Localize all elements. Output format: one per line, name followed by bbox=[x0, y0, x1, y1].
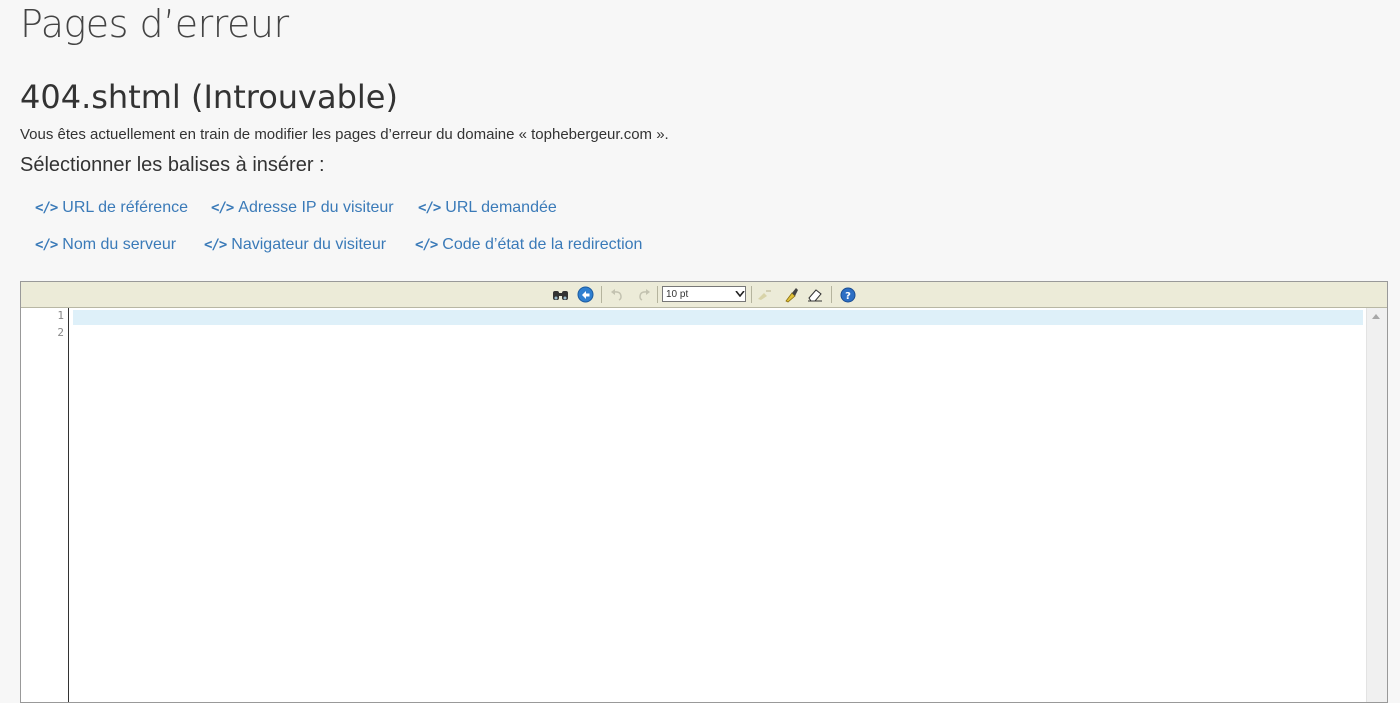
editor-scrollbar[interactable] bbox=[1366, 308, 1387, 702]
font-size-value: 10 pt bbox=[666, 288, 689, 300]
font-size-select[interactable]: 10 pt bbox=[662, 286, 746, 302]
code-icon: </> bbox=[418, 200, 441, 216]
code-icon: </> bbox=[35, 237, 58, 253]
tag-link-visitor-browser[interactable]: </> Navigateur du visiteur bbox=[204, 236, 386, 254]
toolbar-separator bbox=[601, 286, 602, 303]
toolbar-separator bbox=[751, 286, 752, 303]
tag-link-label: URL de référence bbox=[62, 199, 188, 216]
tag-link-label: Navigateur du visiteur bbox=[231, 236, 387, 253]
file-title: 404.shtml (Introuvable) bbox=[20, 78, 398, 116]
line-number: 2 bbox=[57, 326, 64, 339]
highlight-icon[interactable] bbox=[756, 286, 774, 303]
go-to-line-icon[interactable] bbox=[576, 286, 594, 303]
tag-link-visitor-ip[interactable]: </> Adresse IP du visiteur bbox=[211, 199, 394, 217]
tag-link-label: Adresse IP du visiteur bbox=[238, 199, 394, 216]
reset-highlight-icon[interactable] bbox=[782, 286, 800, 303]
code-icon: </> bbox=[415, 237, 438, 253]
page-title: Pages d’erreur bbox=[20, 2, 289, 46]
tag-link-label: URL demandée bbox=[445, 199, 557, 216]
select-tags-label: Sélectionner les balises à insérer : bbox=[20, 154, 325, 176]
help-icon[interactable]: ? bbox=[839, 286, 857, 303]
search-icon[interactable] bbox=[551, 286, 569, 303]
code-icon: </> bbox=[35, 200, 58, 216]
tag-link-redirect-status[interactable]: </> Code d’état de la redirection bbox=[415, 236, 642, 254]
code-icon: </> bbox=[204, 237, 227, 253]
tag-link-label: Nom du serveur bbox=[62, 236, 177, 253]
toolbar-separator bbox=[831, 286, 832, 303]
page-description: Vous êtes actuellement en train de modif… bbox=[20, 126, 669, 143]
tag-link-server-name[interactable]: </> Nom du serveur bbox=[35, 236, 176, 254]
scroll-up-icon[interactable] bbox=[1372, 314, 1380, 319]
editor-toolbar: 10 pt ? bbox=[21, 282, 1387, 308]
line-number: 1 bbox=[57, 309, 64, 322]
eraser-icon[interactable] bbox=[806, 286, 824, 303]
code-editor: 10 pt ? 1 2 bbox=[20, 281, 1388, 703]
line-number-gutter: 1 2 bbox=[21, 308, 69, 702]
tag-link-referrer-url[interactable]: </> URL de référence bbox=[35, 199, 188, 217]
tag-link-requested-url[interactable]: </> URL demandée bbox=[418, 199, 557, 217]
tag-link-label: Code d’état de la redirection bbox=[442, 236, 643, 253]
toolbar-separator bbox=[657, 286, 658, 303]
undo-icon[interactable] bbox=[608, 286, 626, 303]
code-icon: </> bbox=[211, 200, 234, 216]
redo-icon[interactable] bbox=[635, 286, 653, 303]
code-text-area[interactable] bbox=[71, 308, 1367, 702]
chevron-down-icon bbox=[735, 291, 745, 297]
svg-text:?: ? bbox=[845, 291, 851, 302]
